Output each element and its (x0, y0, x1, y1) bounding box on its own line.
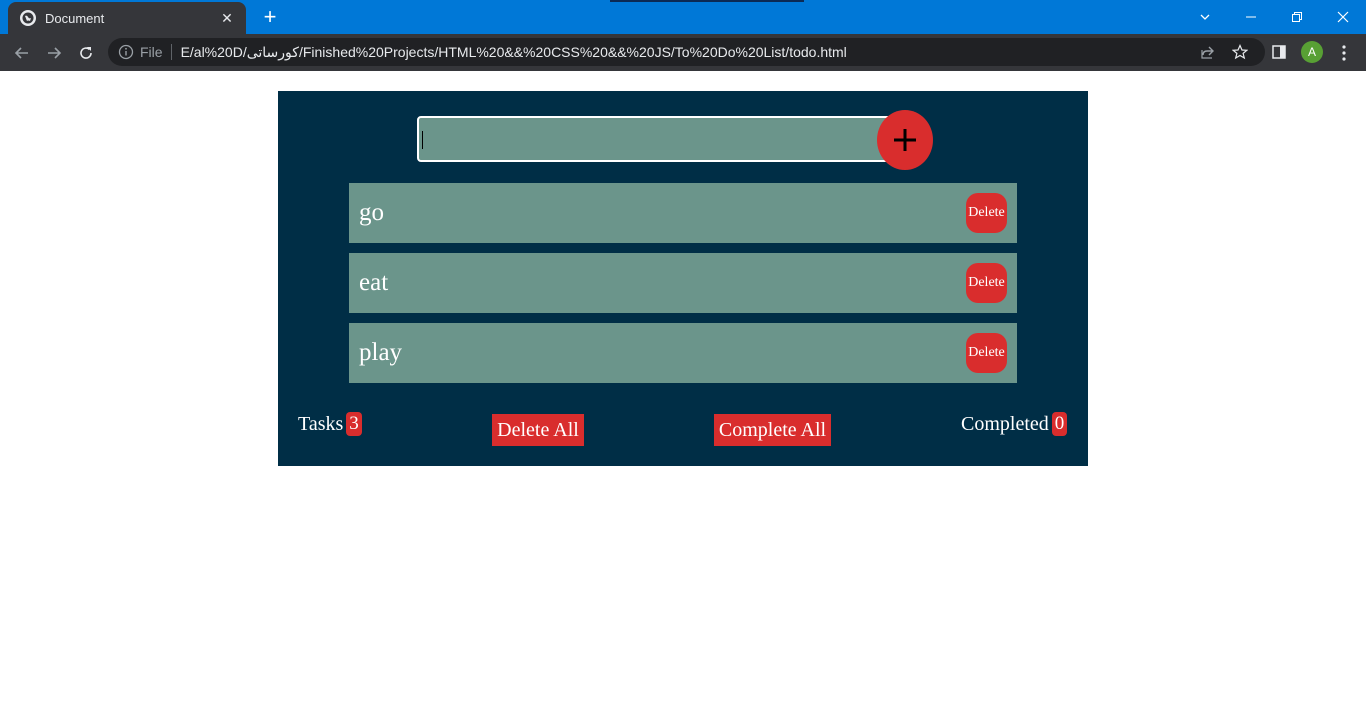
tab-title: Document (45, 10, 105, 26)
address-bar[interactable]: File E/al%20D/کورساتی/Finished%20Project… (108, 38, 1265, 66)
task-input[interactable] (417, 116, 892, 162)
globe-icon (20, 10, 36, 26)
todo-app: go Delete eat Delete play Delete Tasks 3… (278, 91, 1088, 466)
bookmark-star-icon[interactable] (1228, 40, 1252, 64)
forward-icon[interactable] (41, 40, 67, 66)
profile-avatar[interactable]: A (1301, 41, 1323, 63)
tab-search-chevron-icon[interactable] (1182, 0, 1228, 34)
tasks-label: Tasks (298, 412, 344, 435)
text-caret (422, 131, 423, 149)
side-panel-icon[interactable] (1267, 40, 1291, 64)
task-text[interactable]: play (359, 339, 1017, 367)
browser-titlebar: Document ✕ + (0, 0, 1366, 34)
task-text[interactable]: eat (359, 269, 1017, 297)
plus-icon (894, 129, 916, 151)
delete-task-button[interactable]: Delete (966, 333, 1007, 373)
task-item: go Delete (349, 183, 1017, 243)
tab-close-icon[interactable]: ✕ (218, 10, 236, 27)
task-item: eat Delete (349, 253, 1017, 313)
completed-counter: Completed 0 (961, 412, 1068, 436)
delete-task-button[interactable]: Delete (966, 263, 1007, 303)
tasks-counter: Tasks 3 (298, 412, 362, 436)
browser-tab[interactable]: Document ✕ (8, 2, 246, 34)
titlebar-accent-line (610, 0, 804, 2)
add-task-button[interactable] (877, 110, 933, 170)
tasks-count-badge: 3 (346, 412, 362, 436)
address-separator (170, 44, 172, 60)
restore-icon[interactable] (1274, 0, 1320, 34)
file-scheme-label: File (140, 44, 163, 60)
close-window-icon[interactable] (1320, 0, 1366, 34)
complete-all-button[interactable]: Complete All (714, 414, 831, 446)
completed-count-badge: 0 (1051, 412, 1068, 436)
reload-icon[interactable] (73, 40, 99, 66)
task-item: play Delete (349, 323, 1017, 383)
completed-label: Completed (961, 412, 1049, 435)
info-icon[interactable] (118, 44, 134, 60)
share-icon[interactable] (1196, 40, 1220, 64)
delete-task-button[interactable]: Delete (966, 193, 1007, 233)
url-text[interactable]: E/al%20D/کورساتی/Finished%20Projects/HTM… (181, 44, 847, 61)
new-tab-button[interactable]: + (259, 6, 281, 28)
browser-toolbar: File E/al%20D/کورساتی/Finished%20Project… (0, 34, 1366, 71)
more-menu-icon[interactable] (1334, 43, 1354, 63)
task-text[interactable]: go (359, 199, 1017, 227)
minimize-icon[interactable] (1228, 0, 1274, 34)
back-icon[interactable] (9, 40, 35, 66)
delete-all-button[interactable]: Delete All (492, 414, 584, 446)
